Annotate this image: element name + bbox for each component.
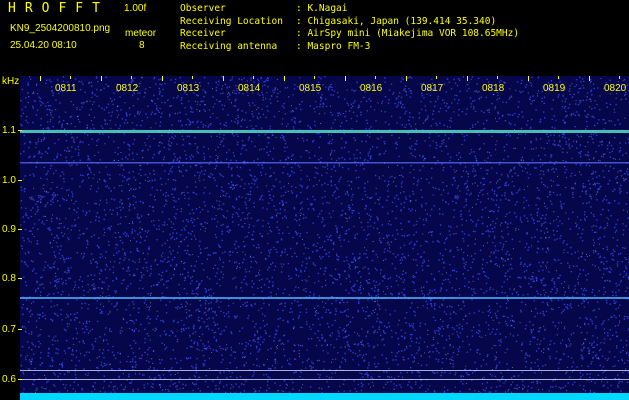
y-tick-label: 0.8 bbox=[2, 273, 16, 284]
y-tick-label: 1.0 bbox=[2, 175, 16, 186]
time-tick-minor bbox=[253, 76, 254, 79]
marker-line bbox=[20, 379, 629, 380]
station-info: Observer : K.Nagai Receiving Location : Ch… bbox=[180, 3, 519, 53]
weak-trace bbox=[20, 297, 629, 299]
info-key: Observer bbox=[180, 3, 226, 14]
x-tick-label: 0820 bbox=[604, 83, 627, 94]
time-tick-minor bbox=[192, 76, 193, 79]
info-value: : K.Nagai bbox=[296, 3, 348, 14]
y-tick bbox=[18, 278, 22, 279]
x-tick-label: 0813 bbox=[177, 83, 200, 94]
x-tick-label: 0816 bbox=[360, 83, 383, 94]
time-tick bbox=[284, 76, 285, 81]
time-tick bbox=[101, 76, 102, 81]
meteor-count: 8 bbox=[139, 40, 145, 51]
y-tick bbox=[18, 379, 22, 380]
y-tick-label: 0.7 bbox=[2, 324, 16, 335]
info-value: : Chigasaki, Japan (139.414 35.340) bbox=[296, 15, 497, 27]
time-tick bbox=[406, 76, 407, 81]
y-tick-label: 0.9 bbox=[2, 224, 16, 235]
y-tick bbox=[18, 180, 22, 181]
meteor-label: meteor bbox=[125, 28, 157, 39]
info-key: Receiving Location bbox=[180, 15, 283, 27]
time-tick-minor bbox=[436, 76, 437, 79]
y-tick bbox=[18, 329, 22, 330]
time-tick bbox=[162, 76, 163, 81]
x-tick-label: 0811 bbox=[55, 83, 77, 94]
info-row-location: Receiving Location : Chigasaki, Japan (13… bbox=[180, 16, 519, 29]
y-tick bbox=[18, 130, 22, 131]
time-tick-minor bbox=[314, 76, 315, 79]
x-tick-label: 0819 bbox=[543, 83, 566, 94]
time-tick bbox=[589, 76, 590, 81]
info-row-antenna: Receiving antenna : Maspro FM-3 bbox=[180, 41, 519, 54]
info-row-observer: Observer : K.Nagai bbox=[180, 3, 519, 16]
y-unit-label: kHz bbox=[2, 76, 19, 87]
y-tick-label: 0.6 bbox=[2, 374, 16, 385]
info-row-receiver: Receiver : AirSpy mini (Miakejima VOR 108… bbox=[180, 28, 519, 41]
y-tick bbox=[18, 229, 22, 230]
time-tick bbox=[223, 76, 224, 81]
time-tick bbox=[345, 76, 346, 81]
carrier-trace bbox=[20, 130, 629, 133]
info-value: : AirSpy mini (Miakejima VOR 108.65MHz) bbox=[296, 28, 520, 39]
plot-area bbox=[20, 76, 629, 400]
info-key: Receiver bbox=[180, 28, 226, 39]
x-tick-label: 0818 bbox=[482, 83, 505, 94]
file-name: KN9_2504200810.png bbox=[10, 23, 111, 34]
y-tick-label: 1.1 bbox=[2, 125, 16, 136]
time-tick bbox=[528, 76, 529, 81]
x-tick-label: 0815 bbox=[299, 83, 322, 94]
weak-trace bbox=[20, 162, 629, 164]
x-tick-label: 0814 bbox=[238, 83, 261, 94]
time-tick-minor bbox=[619, 76, 620, 79]
datetime-label: 25.04.20 08:10 bbox=[10, 40, 77, 51]
time-tick bbox=[467, 76, 468, 81]
time-tick-minor bbox=[375, 76, 376, 79]
app-title: HROFFT bbox=[8, 1, 109, 16]
marker-line bbox=[20, 370, 629, 371]
noise-floor bbox=[20, 393, 629, 400]
spectrogram: kHz 1.1 1.0 0.9 0.8 0.7 0.6 0811 0812 0813 0814 0… bbox=[0, 76, 629, 400]
x-tick-label: 0812 bbox=[116, 83, 139, 94]
header-panel: HROFFT 1.00f KN9_2504200810.png meteor 2… bbox=[0, 0, 629, 76]
time-tick bbox=[40, 76, 41, 81]
time-tick-minor bbox=[497, 76, 498, 79]
x-tick-label: 0817 bbox=[421, 83, 444, 94]
time-tick-minor bbox=[70, 76, 71, 79]
version-label: 1.00f bbox=[124, 3, 147, 14]
info-value: : Maspro FM-3 bbox=[296, 40, 371, 52]
time-tick-minor bbox=[558, 76, 559, 79]
time-tick-minor bbox=[131, 76, 132, 79]
info-key: Receiving antenna bbox=[180, 40, 278, 52]
